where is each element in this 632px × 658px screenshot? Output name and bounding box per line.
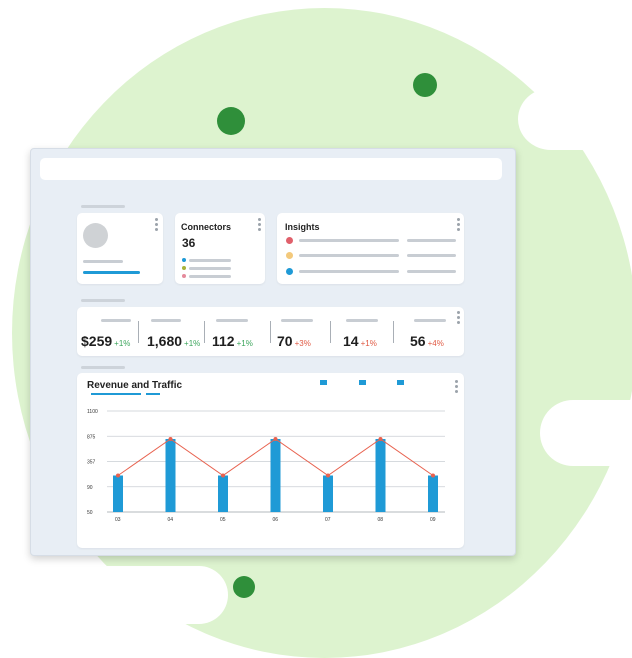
insight-row-2-label xyxy=(299,254,399,257)
chart-line-point[interactable] xyxy=(326,473,330,478)
metric-value: 70 xyxy=(277,333,293,349)
section-header-line-2 xyxy=(81,299,125,302)
metric-value: 1,680 xyxy=(147,333,183,349)
insight-dot-red xyxy=(286,237,293,244)
metric-change: +1% xyxy=(236,339,253,348)
y-tick-label: 90 xyxy=(87,485,93,491)
chart-bar[interactable] xyxy=(218,475,228,513)
x-tick-label: 06 xyxy=(273,517,279,523)
metric-label-placeholder xyxy=(216,319,248,322)
metric-divider xyxy=(138,321,139,343)
metric-label-placeholder xyxy=(346,319,378,322)
y-tick-label: 1100 xyxy=(87,409,98,415)
revenue-traffic-chart: 1100 875 357 90 50 03 04 05 06 07 08 09 xyxy=(87,409,445,523)
connector-item-2 xyxy=(189,267,231,270)
section-header-line xyxy=(81,205,125,208)
x-tick-label: 05 xyxy=(220,517,226,523)
metrics-card: $259 +1% 1,680 +1% 112 +1% 70 +3% 14 +1% 56 +4… xyxy=(77,307,464,356)
section-header-line-3 xyxy=(81,366,125,369)
metric-orders[interactable]: 112 +1% xyxy=(212,317,267,351)
metric-label-placeholder xyxy=(151,319,181,322)
insight-row-3-value xyxy=(407,270,456,273)
connector-dot-pink xyxy=(182,274,186,278)
metric-change: +1% xyxy=(184,339,201,348)
connector-dot-olive xyxy=(182,266,186,270)
chart-bar[interactable] xyxy=(270,439,281,512)
chart-bar[interactable] xyxy=(113,475,123,513)
metric-divider xyxy=(270,321,271,343)
background-cutout-bottom-left-rect xyxy=(0,566,199,624)
dashboard-window: Connectors 36 Insights $259 +1% 1,680 +1… xyxy=(30,148,516,556)
x-tick-label: 04 xyxy=(168,517,174,523)
x-tick-label: 09 xyxy=(430,517,436,523)
chart-line-point[interactable] xyxy=(116,473,120,478)
x-tick-label: 08 xyxy=(378,517,384,523)
metric-6[interactable]: 56 +4% xyxy=(410,317,460,351)
metric-label-placeholder xyxy=(414,319,446,322)
connectors-count: 36 xyxy=(182,236,196,250)
chart-bar[interactable] xyxy=(375,439,386,512)
metric-label-placeholder xyxy=(281,319,313,322)
revenue-traffic-card: Revenue and Traffic 1100 875 357 90 50 03 04 05… xyxy=(77,373,464,548)
chart-line-point[interactable] xyxy=(273,437,278,441)
y-tick-label: 875 xyxy=(87,434,96,440)
decor-dot-1 xyxy=(217,107,245,135)
decor-dot-3 xyxy=(233,576,255,598)
insight-row-1-value xyxy=(407,239,456,242)
profile-card-menu-icon[interactable] xyxy=(155,218,158,233)
insights-card-menu-icon[interactable] xyxy=(457,218,460,233)
chart-line-point[interactable] xyxy=(168,437,173,441)
metric-change: +4% xyxy=(427,339,444,348)
insight-row-1-label xyxy=(299,239,399,242)
insights-card[interactable]: Insights xyxy=(277,213,464,284)
chart-line-point[interactable] xyxy=(378,437,383,441)
chart-line-point[interactable] xyxy=(431,473,435,478)
insight-dot-blue xyxy=(286,268,293,275)
metric-divider xyxy=(330,321,331,343)
avatar xyxy=(83,223,108,248)
profile-card[interactable] xyxy=(77,213,163,284)
background-cutout-top-right-rect xyxy=(551,88,632,150)
connector-item-1 xyxy=(189,259,231,262)
metric-change: +1% xyxy=(114,339,131,348)
metric-4[interactable]: 70 +3% xyxy=(277,317,332,351)
chart-bar[interactable] xyxy=(323,475,333,513)
profile-name-placeholder xyxy=(83,260,123,263)
y-tick-label: 50 xyxy=(87,510,93,516)
metric-value: $259 xyxy=(81,333,113,349)
connectors-card-menu-icon[interactable] xyxy=(258,218,261,233)
y-tick-label: 357 xyxy=(87,460,96,466)
metric-5[interactable]: 14 +1% xyxy=(343,317,398,351)
chart-bar[interactable] xyxy=(165,439,176,512)
connector-dot-blue xyxy=(182,258,186,262)
metric-value: 14 xyxy=(343,333,359,349)
x-tick-label: 03 xyxy=(115,517,121,523)
metric-change: +1% xyxy=(360,339,377,348)
connectors-title: Connectors xyxy=(181,222,232,232)
chart-line-point[interactable] xyxy=(221,473,225,478)
connector-item-3 xyxy=(189,275,231,278)
x-tick-label: 07 xyxy=(325,517,331,523)
insight-row-2-value xyxy=(407,254,456,257)
metric-value: 56 xyxy=(410,333,426,349)
metric-label-placeholder xyxy=(101,319,131,322)
search-bar[interactable] xyxy=(40,158,502,180)
insight-dot-yellow xyxy=(286,252,293,259)
metric-divider xyxy=(393,321,394,343)
decor-dot-2 xyxy=(413,73,437,97)
background-cutout-right-rect xyxy=(573,400,632,466)
metric-revenue[interactable]: $259 +1% xyxy=(81,317,139,351)
metrics-card-menu-icon[interactable] xyxy=(457,311,460,326)
chart-bar[interactable] xyxy=(428,475,438,513)
metric-traffic[interactable]: 1,680 +1% xyxy=(147,317,205,351)
connectors-card[interactable]: Connectors 36 xyxy=(175,213,265,284)
metric-divider xyxy=(204,321,205,343)
insight-row-3-label xyxy=(299,270,399,273)
metric-value: 112 xyxy=(212,333,235,349)
insights-title: Insights xyxy=(285,222,320,232)
metric-change: +3% xyxy=(294,339,311,348)
profile-progress-bar xyxy=(83,271,140,274)
